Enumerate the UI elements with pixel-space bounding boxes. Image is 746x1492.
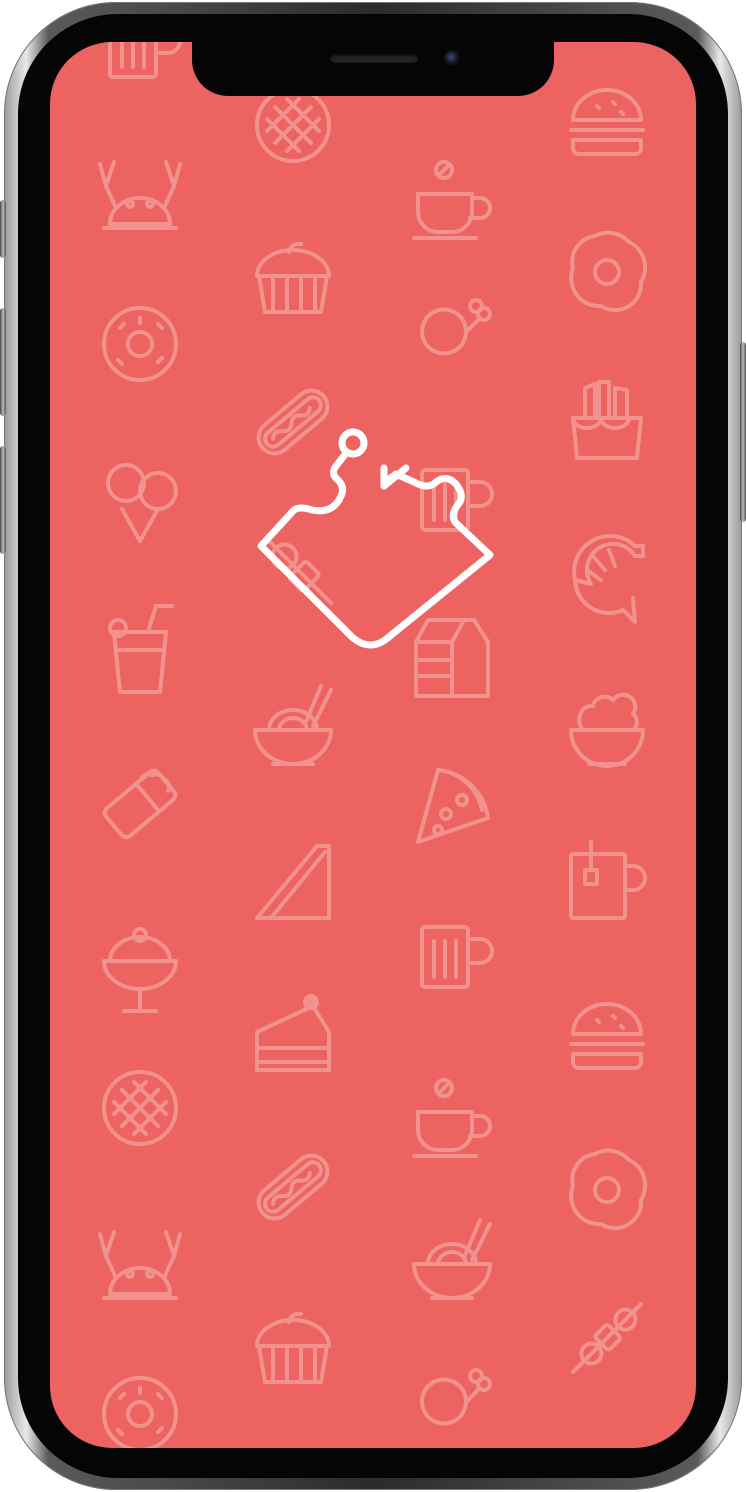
power-button xyxy=(740,342,746,522)
ice-cream-cone-icon xyxy=(106,463,178,543)
crab-icon xyxy=(98,1230,182,1300)
volume-up-button xyxy=(0,308,6,416)
coffee-cup-icon xyxy=(412,1078,492,1158)
volume-down-button xyxy=(0,446,6,554)
crab-icon xyxy=(98,160,182,230)
chicken-leg-icon xyxy=(420,298,492,356)
sandwich-icon xyxy=(255,844,331,920)
burger-icon xyxy=(569,88,645,156)
salad-bowl-icon xyxy=(569,692,645,768)
food-pattern-background xyxy=(98,42,648,1448)
puzzle-tray-hook-logo xyxy=(257,428,494,649)
cupcake-icon xyxy=(255,1311,331,1384)
cupcake-icon xyxy=(255,241,331,314)
beer-mug-icon xyxy=(108,42,182,79)
tea-mug-icon xyxy=(569,840,647,920)
hot-dog-icon xyxy=(256,1153,330,1221)
donut-icon xyxy=(102,306,178,382)
waffle-icon xyxy=(255,87,331,163)
shrimp-icon xyxy=(572,534,645,624)
front-camera xyxy=(444,50,460,66)
waffle-icon xyxy=(102,1070,178,1146)
coffee-cup-icon xyxy=(412,160,492,240)
cake-slice-icon xyxy=(255,994,331,1072)
chicken-leg-icon xyxy=(420,1368,492,1426)
sundae-icon xyxy=(102,927,178,1013)
earpiece-speaker xyxy=(330,54,418,63)
fried-egg-icon xyxy=(569,1148,648,1231)
beer-mug-icon xyxy=(420,925,494,989)
phone-notch xyxy=(192,40,554,96)
donut-icon xyxy=(102,1376,178,1448)
kebab-icon xyxy=(571,1302,643,1374)
fries-icon xyxy=(571,380,643,460)
noodle-bowl-icon xyxy=(412,1218,492,1300)
burrito-icon xyxy=(102,768,178,840)
pizza-slice-icon xyxy=(416,768,490,844)
splash-screen xyxy=(50,42,696,1448)
noodle-bowl-icon xyxy=(253,684,333,766)
fried-egg-icon xyxy=(569,230,648,313)
burger-icon xyxy=(569,1002,645,1070)
drink-glass-icon xyxy=(108,604,174,694)
silent-switch xyxy=(0,200,6,258)
